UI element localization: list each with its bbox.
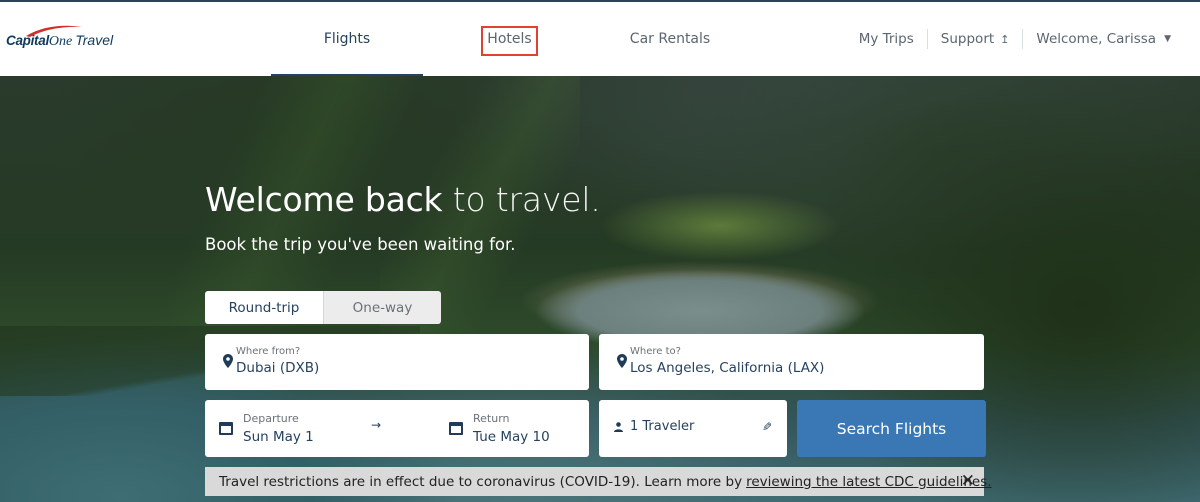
round-trip-option[interactable]: Round-trip [205, 291, 323, 324]
departure-value: Sun May 1 [243, 429, 314, 445]
map-pin-icon [223, 354, 233, 368]
capital-one-travel-logo[interactable]: CapitalOne Travel [6, 24, 126, 54]
welcome-label: Welcome, Carissa [1036, 31, 1157, 47]
travelers-field[interactable]: 1 Traveler ✎ [599, 400, 787, 457]
round-trip-label: Round-trip [228, 299, 300, 316]
hero-title: Welcome back to travel. [205, 180, 601, 219]
hero-title-bold: Welcome back [205, 180, 443, 219]
tab-hotels[interactable]: Hotels [481, 2, 538, 76]
map-pin-icon [617, 354, 627, 368]
return-label: Return [473, 412, 510, 425]
pencil-icon[interactable]: ✎ [762, 420, 772, 434]
caret-down-icon: ▼ [1164, 34, 1171, 44]
destination-field[interactable]: Where to? Los Angeles, California (LAX) [599, 334, 984, 390]
date-range-field: Departure Sun May 1 → Return Tue May 10 [205, 400, 589, 457]
return-value: Tue May 10 [473, 429, 550, 445]
tab-car-rentals-label: Car Rentals [629, 31, 711, 47]
hero-subtitle: Book the trip you've been waiting for. [205, 235, 516, 254]
external-link-icon: ↥ [1000, 32, 1010, 46]
support-link[interactable]: Support ↥ [928, 31, 1023, 47]
my-trips-label: My Trips [858, 31, 914, 47]
support-label: Support [940, 31, 995, 47]
origin-label: Where from? [236, 346, 301, 357]
my-trips-link[interactable]: My Trips [846, 31, 927, 47]
tab-flights[interactable]: Flights [271, 2, 423, 76]
site-header: CapitalOne Travel Flights Hotels Car Rent… [0, 2, 1200, 76]
account-menu[interactable]: Welcome, Carissa ▼ [1023, 31, 1184, 47]
destination-value: Los Angeles, California (LAX) [630, 360, 825, 376]
search-flights-label: Search Flights [836, 419, 947, 438]
one-way-label: One-way [352, 299, 413, 316]
origin-value: Dubai (DXB) [236, 360, 320, 376]
covid-alert-banner: Travel restrictions are in effect due to… [205, 467, 992, 496]
hero-title-light: to travel. [442, 180, 601, 219]
arrow-right-icon: → [371, 418, 382, 432]
account-nav: My Trips Support ↥ Welcome, Carissa ▼ [846, 2, 1184, 76]
hero-section: Welcome back to travel. Book the trip yo… [0, 76, 1200, 502]
person-icon [614, 422, 623, 432]
search-flights-button[interactable]: Search Flights [797, 400, 986, 457]
calendar-icon [219, 422, 233, 435]
logo-text: CapitalOne Travel [6, 32, 114, 49]
covid-alert-text: Travel restrictions are in effect due to… [219, 473, 743, 490]
calendar-icon [449, 422, 463, 435]
departure-label: Departure [243, 412, 299, 425]
tab-car-rentals[interactable]: Car Rentals [610, 2, 730, 76]
one-way-option[interactable]: One-way [323, 291, 441, 324]
close-icon[interactable]: ✕ [961, 471, 975, 491]
trip-type-toggle: Round-trip One-way [205, 291, 441, 324]
tab-flights-label: Flights [323, 31, 371, 47]
origin-field[interactable]: Where from? Dubai (DXB) [205, 334, 589, 390]
tab-hotels-label: Hotels [487, 31, 532, 47]
destination-label: Where to? [630, 346, 681, 357]
travelers-value: 1 Traveler [630, 419, 695, 434]
cdc-guidelines-link[interactable]: reviewing the latest CDC guidelines. [746, 474, 991, 490]
